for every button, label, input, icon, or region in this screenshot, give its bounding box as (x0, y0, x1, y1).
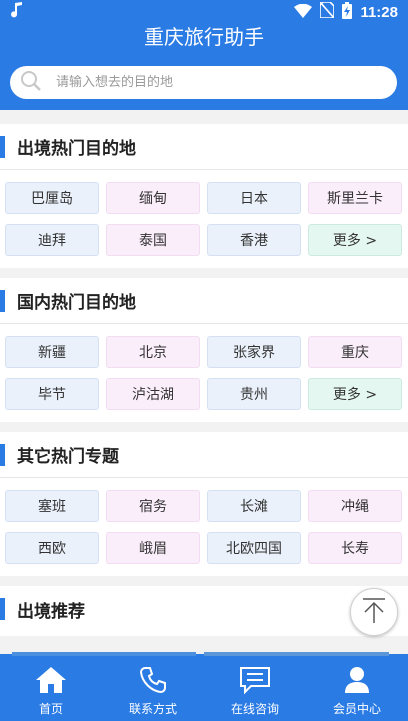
wifi-icon (294, 3, 313, 22)
bottom-tab-bar: 首页 联系方式 在线咨询 会员中心 (0, 652, 408, 721)
section-accent-bar (0, 443, 5, 466)
topic-tag[interactable]: 北欧四国 (207, 532, 301, 564)
destination-tag[interactable]: 日本 (207, 182, 301, 214)
status-time: 11:28 (360, 3, 398, 21)
section-header: 其它热门专题 (0, 432, 408, 478)
section-domestic-hot: 国内热门目的地 新疆 北京 张家界 重庆 毕节 泸沽湖 贵州 更多 > (0, 278, 408, 422)
section-accent-bar (0, 135, 5, 158)
home-icon (35, 666, 67, 694)
phone-icon (139, 666, 167, 694)
topic-tag[interactable]: 冲绳 (308, 490, 402, 522)
tab-contact[interactable]: 联系方式 (102, 654, 204, 721)
app-header: 重庆旅行助手 (0, 24, 408, 110)
tab-label: 在线咨询 (230, 702, 279, 716)
destination-tag[interactable]: 香港 (207, 224, 301, 256)
destination-tag[interactable]: 张家界 (207, 336, 301, 368)
destination-tag[interactable]: 重庆 (308, 336, 402, 368)
topic-tag[interactable]: 峨眉 (106, 532, 200, 564)
arrow-up-icon (359, 595, 389, 629)
destination-tag[interactable]: 缅甸 (106, 182, 200, 214)
destination-tag[interactable]: 新疆 (5, 336, 99, 368)
tab-member-center[interactable]: 会员中心 (306, 654, 408, 721)
section-title: 出境推荐 (17, 601, 85, 622)
destination-tag[interactable]: 迪拜 (5, 224, 99, 256)
section-title: 出境热门目的地 (17, 139, 136, 159)
destination-tag[interactable]: 泰国 (106, 224, 200, 256)
section-outbound-recommend: 出境推荐 (0, 586, 408, 636)
tag-grid: 巴厘岛 缅甸 日本 斯里兰卡 迪拜 泰国 香港 更多 > (0, 170, 408, 268)
chat-icon (239, 666, 271, 694)
section-accent-bar (0, 289, 5, 312)
destination-tag[interactable]: 贵州 (207, 378, 301, 410)
section-other-topics: 其它热门专题 塞班 宿务 长滩 冲绳 西欧 峨眉 北欧四国 长寿 (0, 432, 408, 576)
app-title: 重庆旅行助手 (144, 25, 264, 49)
more-button[interactable]: 更多 > (308, 378, 402, 410)
status-bar: 11:28 (0, 0, 408, 24)
section-header: 出境推荐 (0, 586, 408, 632)
section-title: 国内热门目的地 (17, 293, 136, 313)
recommend-image-edge (204, 652, 389, 656)
destination-tag[interactable]: 泸沽湖 (106, 378, 200, 410)
battery-charging-icon (342, 1, 353, 23)
main-content[interactable]: 出境热门目的地 巴厘岛 缅甸 日本 斯里兰卡 迪拜 泰国 香港 更多 > 国内热… (0, 124, 408, 654)
topic-tag[interactable]: 西欧 (5, 532, 99, 564)
recommend-image-edge (12, 652, 196, 656)
more-button[interactable]: 更多 > (308, 224, 402, 256)
destination-tag[interactable]: 北京 (106, 336, 200, 368)
tag-grid: 新疆 北京 张家界 重庆 毕节 泸沽湖 贵州 更多 > (0, 324, 408, 422)
section-header: 国内热门目的地 (0, 278, 408, 324)
tab-online-consult[interactable]: 在线咨询 (204, 654, 306, 721)
topic-tag[interactable]: 塞班 (5, 490, 99, 522)
topic-tag[interactable]: 长滩 (207, 490, 301, 522)
tab-label: 联系方式 (128, 702, 177, 716)
back-to-top-button[interactable] (350, 588, 398, 636)
topic-tag[interactable]: 宿务 (106, 490, 200, 522)
search-bar[interactable] (10, 66, 397, 99)
section-title: 其它热门专题 (17, 447, 119, 467)
destination-tag[interactable]: 毕节 (5, 378, 99, 410)
search-icon (20, 70, 42, 96)
tag-grid: 塞班 宿务 长滩 冲绳 西欧 峨眉 北欧四国 长寿 (0, 478, 408, 576)
no-sim-icon (319, 1, 336, 22)
tab-home[interactable]: 首页 (0, 654, 102, 721)
search-input[interactable] (56, 75, 356, 90)
tab-label: 会员中心 (332, 702, 381, 716)
user-icon (343, 666, 371, 694)
topic-tag[interactable]: 长寿 (308, 532, 402, 564)
section-accent-bar (0, 598, 5, 620)
destination-tag[interactable]: 斯里兰卡 (308, 182, 402, 214)
music-note-icon (10, 2, 24, 22)
section-outbound-hot: 出境热门目的地 巴厘岛 缅甸 日本 斯里兰卡 迪拜 泰国 香港 更多 > (0, 124, 408, 268)
tab-label: 首页 (38, 702, 63, 716)
destination-tag[interactable]: 巴厘岛 (5, 182, 99, 214)
section-header: 出境热门目的地 (0, 124, 408, 170)
